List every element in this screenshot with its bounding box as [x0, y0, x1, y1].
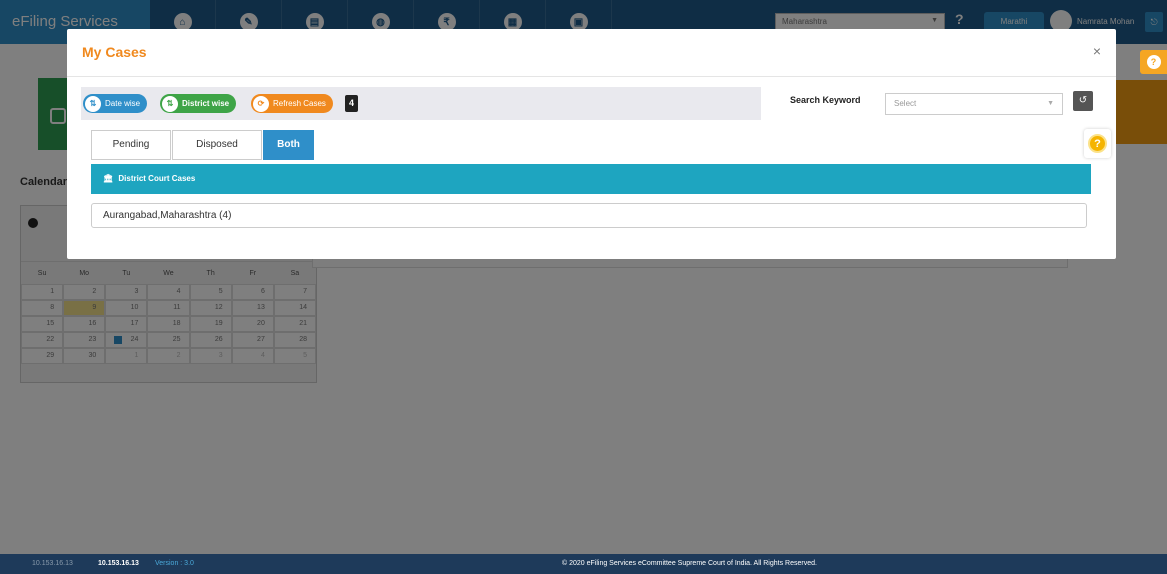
side-help-button[interactable]: ?	[1140, 50, 1167, 74]
tab-disposed[interactable]: Disposed	[172, 130, 262, 160]
cases-toolbar: ⇅ Date wise ⇅ District wise ⟳ Refresh Ca…	[81, 87, 1102, 120]
district-wise-button[interactable]: ⇅ District wise	[160, 94, 237, 113]
help-icon: ?	[1146, 55, 1161, 69]
district-court-cases-header[interactable]: 🏛 District Court Cases	[91, 164, 1091, 194]
sort-icon: ⇅	[85, 95, 101, 112]
reset-search-button[interactable]: ↺	[1073, 91, 1093, 111]
court-list-item[interactable]: Aurangabad,Maharashtra (4)	[91, 203, 1087, 228]
date-wise-button[interactable]: ⇅ Date wise	[83, 94, 148, 113]
footer-ip: 10.153.16.13	[98, 560, 139, 567]
footer-ip-muted: 10.153.16.13	[32, 560, 73, 567]
search-keyword-select[interactable]: Select ▼	[885, 93, 1063, 115]
institution-icon: 🏛	[103, 174, 114, 183]
modal-title: My Cases	[82, 44, 147, 60]
undo-icon: ↺	[1078, 95, 1088, 106]
tab-both[interactable]: Both	[263, 130, 314, 160]
modal-divider	[67, 76, 1116, 77]
refresh-icon: ⟳	[253, 95, 269, 112]
help-icon: ?	[1088, 134, 1107, 153]
footer-copyright: © 2020 eFiling Services eCommittee Supre…	[562, 560, 817, 567]
footer: 10.153.16.13 10.153.16.13 Version : 3.0 …	[0, 554, 1167, 574]
search-keyword-placeholder: Select	[894, 99, 917, 108]
chevron-down-icon: ▼	[1047, 100, 1054, 107]
district-wise-label: District wise	[182, 99, 230, 108]
refresh-cases-label: Refresh Cases	[273, 99, 326, 108]
sort-icon: ⇅	[162, 95, 178, 112]
footer-version: Version : 3.0	[155, 560, 194, 567]
search-keyword-panel: Search Keyword Select ▼ ↺	[761, 87, 1102, 120]
search-keyword-label: Search Keyword	[790, 95, 861, 105]
district-court-cases-title: District Court Cases	[118, 174, 196, 183]
case-count-badge: 4	[345, 95, 358, 112]
my-cases-modal: My Cases × ⇅ Date wise ⇅ District wise ⟳…	[67, 29, 1116, 259]
modal-help-button[interactable]: ?	[1084, 129, 1111, 158]
close-icon[interactable]: ×	[1093, 43, 1101, 59]
date-wise-label: Date wise	[105, 99, 141, 108]
tab-pending[interactable]: Pending	[91, 130, 171, 160]
refresh-cases-button[interactable]: ⟳ Refresh Cases	[251, 94, 333, 113]
